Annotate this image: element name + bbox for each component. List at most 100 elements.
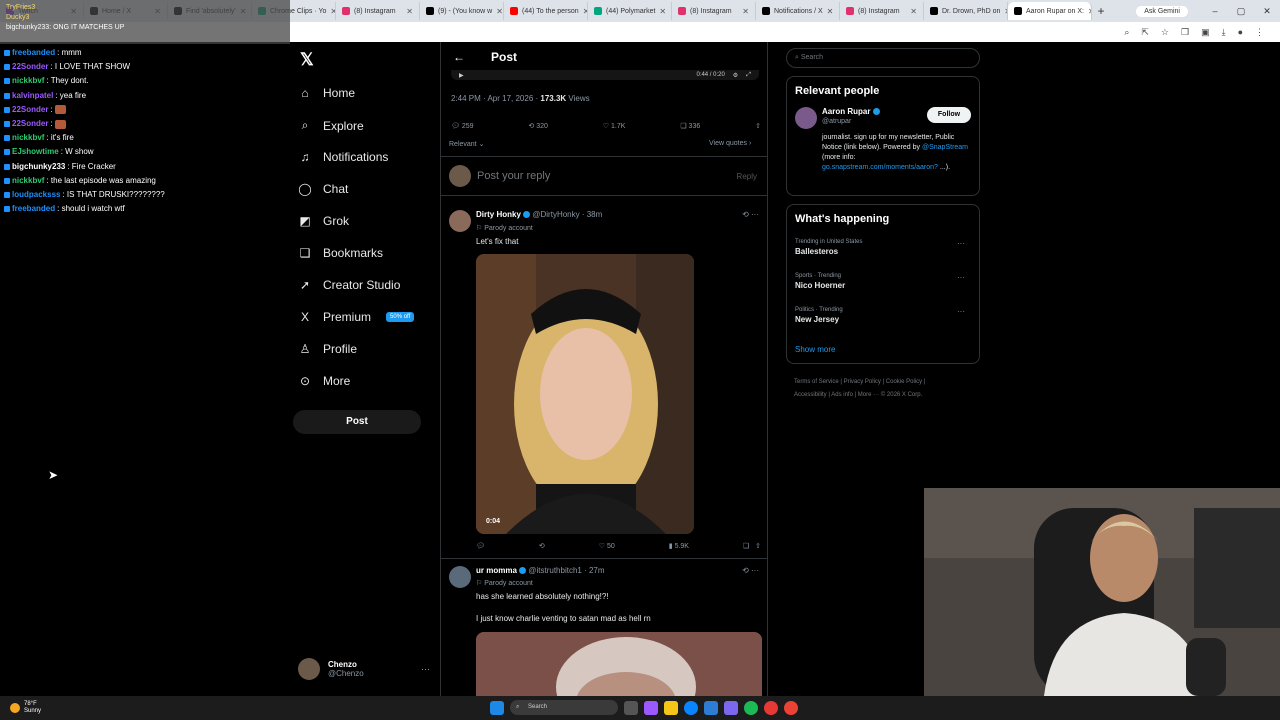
nav-item-bookmarks[interactable]: ❑ Bookmarks bbox=[298, 246, 383, 260]
views-button[interactable]: ▮ 5.9K bbox=[669, 542, 689, 550]
footer-line-1[interactable]: Terms of Service | Privacy Policy | Cook… bbox=[794, 376, 980, 389]
chat-username[interactable]: nickkbvf bbox=[12, 131, 44, 145]
tweet-author-name[interactable]: Dirty Honky bbox=[476, 210, 521, 219]
tweet-author-name[interactable]: ur momma bbox=[476, 566, 517, 575]
bio-url-link[interactable]: go.snapstream.com/moments/aaron? bbox=[822, 164, 938, 171]
chat-username[interactable]: freebanded bbox=[12, 202, 55, 216]
bookmark-share[interactable]: ❑ ⇧ bbox=[743, 542, 761, 550]
extensions-icon[interactable]: ❒ bbox=[1181, 27, 1189, 38]
video-controls[interactable]: ▶ 0:44 / 0:20 ⚙ ⤢ bbox=[451, 70, 759, 80]
chat-username[interactable]: 22Sonder bbox=[12, 60, 48, 74]
download-icon[interactable]: ⤓ bbox=[1222, 27, 1226, 38]
browser-tab[interactable]: (8) Instagram ✕ bbox=[672, 2, 756, 20]
browser-tab[interactable]: Notifications / X ✕ bbox=[756, 2, 840, 20]
close-icon[interactable]: ✕ bbox=[496, 7, 503, 16]
footer-line-2[interactable]: Accessibility | Ads info | More ··· © 20… bbox=[794, 389, 980, 402]
tweet-author-handle[interactable]: @itstruthbitch1 · 27m bbox=[528, 566, 604, 575]
share-icon[interactable]: ⇧ bbox=[755, 122, 761, 130]
minimize-button[interactable]: – bbox=[1202, 6, 1228, 16]
star-icon[interactable]: ☆ bbox=[1161, 27, 1169, 38]
chrome-icon[interactable] bbox=[784, 700, 798, 715]
trend-item[interactable]: Politics · Trending New Jersey ··· bbox=[795, 307, 971, 324]
chat-username[interactable]: EJshowtime bbox=[12, 145, 59, 159]
task-view-icon[interactable] bbox=[624, 700, 638, 715]
close-icon[interactable]: ✕ bbox=[742, 7, 749, 16]
close-icon[interactable]: ✕ bbox=[910, 7, 917, 16]
account-switcher[interactable]: Chenzo @Chenzo ··· bbox=[298, 658, 430, 680]
nav-item-profile[interactable]: ♙ Profile bbox=[298, 342, 357, 356]
browser-tab[interactable]: (8) Instagram ✕ bbox=[336, 2, 420, 20]
close-window-button[interactable]: ✕ bbox=[1254, 6, 1280, 17]
browser-tab[interactable]: Aaron Rupar on X:✕ bbox=[1008, 2, 1092, 20]
browser-tab[interactable]: (8) Instagram ✕ bbox=[840, 2, 924, 20]
weather-widget[interactable]: 78°F Sunny bbox=[0, 701, 41, 715]
nav-item-home[interactable]: ⌂ Home bbox=[298, 86, 355, 100]
nav-item-chat[interactable]: ◯ Chat bbox=[298, 182, 348, 196]
repost-icon[interactable]: ⟲ bbox=[539, 542, 545, 550]
chat-username[interactable]: bigchunky233 bbox=[12, 160, 65, 174]
fullscreen-icon[interactable]: ⤢ bbox=[746, 72, 751, 79]
reply-composer[interactable]: Post your reply Reply bbox=[441, 156, 767, 196]
browser-tab[interactable]: (44) Polymarket ✕ bbox=[588, 2, 672, 20]
copilot-icon[interactable] bbox=[644, 700, 658, 715]
trend-item[interactable]: Trending in United States Ballesteros ··· bbox=[795, 239, 971, 256]
menu-icon[interactable]: ⋮ bbox=[1255, 27, 1264, 38]
windows-start-icon[interactable] bbox=[490, 700, 504, 715]
nav-item-notifications[interactable]: ♫ Notifications bbox=[298, 150, 389, 164]
x-logo-icon[interactable]: 𝕏 bbox=[300, 50, 314, 70]
avatar[interactable] bbox=[795, 107, 817, 129]
app-icon[interactable] bbox=[764, 700, 778, 715]
repost-button[interactable]: ⟲ 320 bbox=[528, 122, 548, 130]
close-icon[interactable]: ✕ bbox=[659, 7, 666, 16]
person-name[interactable]: Aaron Rupar bbox=[822, 107, 880, 116]
play-icon[interactable]: ▶ bbox=[459, 72, 464, 79]
browser-tab[interactable]: Dr. Drown, PhD on✕ bbox=[924, 2, 1008, 20]
reply-input[interactable]: Post your reply bbox=[477, 170, 550, 182]
taskbar-search[interactable]: ⌕ Search bbox=[510, 700, 618, 715]
sidebar-icon[interactable]: ▣ bbox=[1201, 27, 1210, 38]
file-explorer-icon[interactable] bbox=[664, 700, 678, 715]
ask-gemini-button[interactable]: Ask Gemini bbox=[1136, 5, 1188, 17]
trend-more-icon[interactable]: ··· bbox=[957, 239, 965, 248]
avatar[interactable] bbox=[449, 566, 471, 588]
post-button[interactable]: Post bbox=[293, 410, 421, 434]
browser-tab[interactable]: (44) To the person✕ bbox=[504, 2, 588, 20]
more-icon[interactable]: ··· bbox=[421, 664, 430, 674]
trend-more-icon[interactable]: ··· bbox=[957, 273, 965, 282]
close-icon[interactable]: ✕ bbox=[406, 7, 413, 16]
reply-submit-button[interactable]: Reply bbox=[737, 172, 757, 181]
browser-tab[interactable]: (9) - (You know w ✕ bbox=[420, 2, 504, 20]
like-button[interactable]: ♡ 1.7K bbox=[603, 122, 626, 130]
bio-mention-link[interactable]: @SnapStream bbox=[922, 144, 968, 151]
follow-button[interactable]: Follow bbox=[927, 107, 971, 123]
search-input[interactable]: ⌕ Search bbox=[786, 48, 980, 68]
zoom-icon[interactable]: ⌕ bbox=[1124, 27, 1129, 38]
nav-item-explore[interactable]: ⌕ Explore bbox=[298, 118, 364, 133]
new-tab-button[interactable]: + bbox=[1092, 4, 1110, 18]
nav-item-more[interactable]: ⊙ More bbox=[298, 374, 350, 388]
nav-item-creator-studio[interactable]: ➚ Creator Studio bbox=[298, 278, 400, 292]
reply-icon[interactable]: 💬︎ bbox=[476, 542, 485, 550]
settings-icon[interactable]: ⚙ bbox=[733, 72, 738, 79]
profile-icon[interactable]: ● bbox=[1238, 27, 1243, 38]
chat-username[interactable]: 22Sonder bbox=[12, 103, 48, 117]
discord-icon[interactable] bbox=[724, 700, 738, 715]
nav-item-premium[interactable]: X Premium 50% off bbox=[298, 310, 415, 324]
chat-username[interactable]: kalvinpatel bbox=[12, 89, 53, 103]
maximize-button[interactable]: ▢ bbox=[1228, 6, 1254, 17]
sort-dropdown[interactable]: Relevant ⌄ bbox=[449, 140, 484, 148]
view-quotes-link[interactable]: View quotes › bbox=[709, 140, 751, 147]
tweet-image[interactable] bbox=[476, 632, 762, 696]
chat-username[interactable]: 22Sonder bbox=[12, 117, 48, 131]
nav-item-grok[interactable]: ◩ Grok bbox=[298, 214, 349, 228]
footer-links[interactable]: Terms of Service | Privacy Policy | Cook… bbox=[786, 376, 980, 402]
show-more-link[interactable]: Show more bbox=[795, 345, 835, 354]
store-icon[interactable] bbox=[704, 700, 718, 715]
tweet-author-handle[interactable]: @DirtyHonky · 38m bbox=[532, 210, 602, 219]
chat-username[interactable]: freebanded bbox=[12, 46, 55, 60]
avatar[interactable] bbox=[449, 210, 471, 232]
trend-item[interactable]: Sports · Trending Nico Hoerner ··· bbox=[795, 273, 971, 290]
chat-username[interactable]: nickkbvf bbox=[12, 174, 44, 188]
back-arrow-icon[interactable]: ← bbox=[453, 50, 465, 64]
bookmark-button[interactable]: ❑ 336 bbox=[680, 122, 700, 130]
